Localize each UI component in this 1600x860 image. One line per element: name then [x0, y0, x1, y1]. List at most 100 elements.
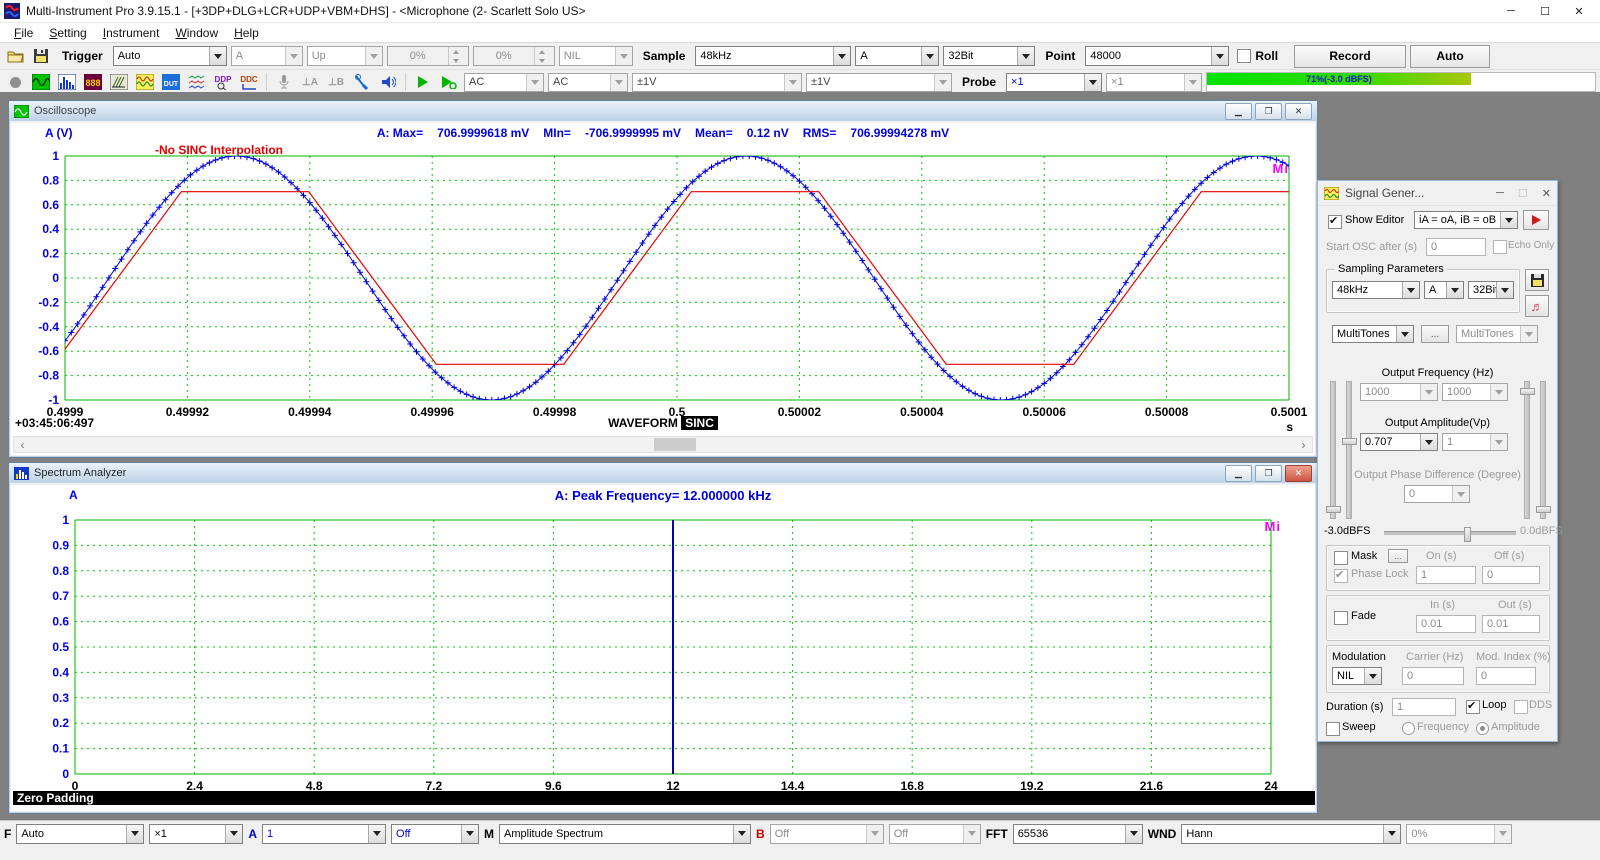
trigger-frequency-select[interactable]: NIL	[559, 46, 633, 66]
spin-up-icon[interactable]	[535, 47, 550, 56]
generator-bits-select[interactable]: 32Bit	[1468, 281, 1514, 299]
menu-file[interactable]: File	[6, 25, 41, 41]
fft-size-select[interactable]: 65536	[1013, 824, 1143, 844]
open-file-button[interactable]	[4, 46, 26, 66]
waveform-b-select[interactable]: MultiTones	[1456, 325, 1538, 343]
spin-down-icon[interactable]	[535, 56, 550, 65]
fade-checkbox[interactable]	[1334, 611, 1348, 625]
ddc-icon[interactable]: DDC	[238, 72, 260, 92]
speaker-icon[interactable]	[377, 72, 399, 92]
frequency-a-select[interactable]: 1000	[1360, 383, 1438, 401]
amplitude-slider-b-outer[interactable]	[1540, 381, 1546, 519]
sinc-toggle[interactable]: SINC	[681, 416, 718, 430]
oscilloscope-hscrollbar[interactable]: ‹ ›	[13, 436, 1313, 453]
mask-editor-button[interactable]: ...	[1388, 549, 1408, 563]
dut-panel-icon[interactable]: DUT	[160, 72, 182, 92]
phase-lock-checkbox[interactable]	[1334, 569, 1348, 583]
echo-only-checkbox[interactable]	[1493, 240, 1507, 254]
minimize-button[interactable]: ─	[1496, 187, 1504, 199]
trigger-source-select[interactable]: A	[231, 46, 303, 66]
trigger-edge-select[interactable]: Up	[307, 46, 383, 66]
maximize-button[interactable]: ☐	[1528, 1, 1562, 21]
ddp-viewer-icon[interactable]: DDP	[212, 72, 234, 92]
b-persistence-select[interactable]: Off	[889, 824, 981, 844]
close-button[interactable]: ✕	[1542, 187, 1551, 200]
phase-difference-select[interactable]: 0	[1404, 485, 1470, 503]
amplitude-a-select[interactable]: 0.707	[1360, 433, 1438, 451]
probe-b-select[interactable]: ×1	[1106, 73, 1202, 92]
save-button[interactable]	[30, 46, 52, 66]
save-waveform-button[interactable]	[1525, 269, 1549, 291]
spectrum-titlebar[interactable]: Spectrum Analyzer ▁ ❐ ✕	[9, 463, 1317, 483]
generator-run-button[interactable]	[1523, 210, 1549, 230]
window-function-select[interactable]: Hann	[1181, 824, 1401, 844]
restore-button[interactable]: ❐	[1255, 103, 1282, 120]
sweep-checkbox[interactable]	[1326, 722, 1340, 736]
record-button[interactable]: Record	[1294, 45, 1406, 68]
coupling-a-select[interactable]: AC	[464, 73, 544, 92]
a-scale-select[interactable]: 1	[262, 824, 386, 844]
x-multiplier-select[interactable]: ×1	[149, 824, 243, 844]
amplitude-slider-a-inner[interactable]	[1346, 381, 1352, 519]
amplitude-slider-b-inner[interactable]	[1524, 381, 1530, 519]
frequency-axis-select[interactable]: Auto	[16, 824, 144, 844]
mask-on-input[interactable]: 1	[1416, 566, 1476, 584]
menu-help[interactable]: Help	[226, 25, 267, 41]
sweep-frequency-radio[interactable]	[1402, 722, 1415, 735]
amplitude-b-select[interactable]: 1	[1442, 433, 1508, 451]
derived-data-icon[interactable]	[186, 72, 208, 92]
duration-input[interactable]: 1	[1392, 698, 1456, 716]
sample-channel-select[interactable]: A	[855, 46, 939, 66]
routing-select[interactable]: iA = oA, iB = oB	[1414, 211, 1518, 229]
amplitude-slider-a-outer[interactable]	[1330, 381, 1336, 519]
menu-window[interactable]: Window	[167, 25, 226, 41]
probe-calibration-icon[interactable]	[351, 72, 373, 92]
data-logger-icon[interactable]	[134, 72, 156, 92]
auto-button[interactable]: Auto	[1410, 45, 1490, 68]
trigger-delay-stepper[interactable]: 0%	[473, 46, 555, 66]
close-button[interactable]: ✕	[1285, 465, 1312, 482]
trigger-mode-select[interactable]: Auto	[113, 46, 227, 66]
spectrum-3d-plot-icon[interactable]	[108, 72, 130, 92]
spin-up-icon[interactable]	[449, 47, 464, 56]
scroll-right-icon[interactable]: ›	[1295, 437, 1312, 452]
oscilloscope-titlebar[interactable]: Oscilloscope ▁ ❐ ✕	[9, 101, 1317, 121]
dds-checkbox[interactable]	[1514, 700, 1528, 714]
waveform-a-select[interactable]: MultiTones	[1332, 325, 1414, 343]
minimize-button[interactable]: ▁	[1225, 103, 1252, 120]
mod-index-input[interactable]: 0	[1476, 667, 1536, 685]
waveform-editor-button[interactable]: ...	[1421, 325, 1449, 343]
fade-out-input[interactable]: 0.01	[1482, 615, 1540, 633]
stop-icon[interactable]	[4, 72, 26, 92]
menu-setting[interactable]: Setting	[41, 25, 94, 41]
input-b-icon[interactable]: ⊥B	[325, 72, 347, 92]
modulation-type-select[interactable]: NIL	[1332, 667, 1382, 685]
sample-bits-select[interactable]: 32Bit	[943, 46, 1035, 66]
sweep-amplitude-radio[interactable]	[1476, 722, 1489, 735]
close-button[interactable]: ✕	[1562, 1, 1596, 21]
minimize-button[interactable]: ─	[1494, 1, 1528, 21]
range-b-select[interactable]: ±1V	[806, 73, 952, 92]
show-editor-checkbox[interactable]	[1328, 215, 1342, 229]
scroll-left-icon[interactable]: ‹	[14, 437, 31, 452]
range-a-select[interactable]: ±1V	[632, 73, 802, 92]
b-scale-select[interactable]: Off	[770, 824, 884, 844]
signal-generator-titlebar[interactable]: Signal Gener... ─ ☐ ✕	[1318, 181, 1557, 206]
generator-sample-rate-select[interactable]: 48kHz	[1332, 281, 1420, 299]
sample-rate-select[interactable]: 48kHz	[695, 46, 851, 66]
oscilloscope-icon[interactable]	[30, 72, 52, 92]
carrier-input[interactable]: 0	[1402, 667, 1464, 685]
generator-channel-select[interactable]: A	[1424, 281, 1464, 299]
close-button[interactable]: ✕	[1285, 103, 1312, 120]
overlap-select[interactable]: 0%	[1406, 824, 1512, 844]
spin-down-icon[interactable]	[449, 56, 464, 65]
trigger-level-stepper[interactable]: 0%	[387, 46, 469, 66]
roll-checkbox[interactable]: Roll	[1237, 49, 1278, 63]
point-count-select[interactable]: 48000	[1085, 46, 1229, 66]
start-osc-input[interactable]: 0	[1426, 238, 1486, 256]
microphone-icon[interactable]	[273, 72, 295, 92]
scrollbar-thumb[interactable]	[654, 438, 696, 451]
mask-checkbox[interactable]	[1334, 551, 1348, 565]
maximize-button[interactable]: ☐	[1518, 187, 1528, 200]
restore-button[interactable]: ❐	[1255, 465, 1282, 482]
